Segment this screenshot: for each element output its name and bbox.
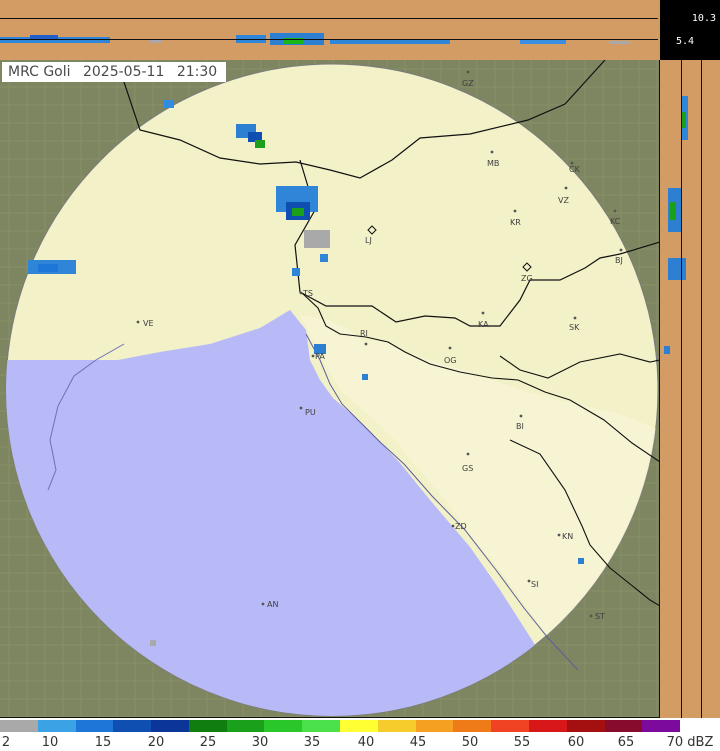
radar-map[interactable]: GZ MB CK VZ KR KC LJ ZG BJ TS VE RI KA S… — [0, 60, 660, 718]
legend-swatch — [113, 720, 152, 732]
svg-text:BJ: BJ — [615, 256, 623, 265]
svg-text:PA: PA — [315, 352, 325, 361]
legend-swatch — [302, 720, 341, 732]
svg-text:SK: SK — [569, 323, 580, 332]
legend-swatch — [340, 720, 378, 732]
legend-swatch — [188, 720, 227, 732]
top-height-strip — [0, 0, 658, 61]
svg-text:BI: BI — [516, 422, 524, 431]
legend-swatch — [604, 720, 643, 732]
legend-swatch — [642, 720, 681, 732]
top-strip-echoes — [0, 33, 630, 45]
svg-text:RI: RI — [360, 329, 368, 338]
right-height-strip — [660, 60, 720, 718]
legend-swatch — [151, 720, 189, 732]
legend-tick-label: 15 — [94, 735, 112, 750]
legend-swatch — [415, 720, 454, 732]
svg-text:SI: SI — [531, 580, 538, 589]
svg-text:VE: VE — [143, 319, 154, 328]
svg-text:KC: KC — [610, 217, 621, 226]
legend-swatch — [75, 720, 114, 732]
legend-tick-label: 30 — [251, 735, 269, 750]
legend-tick-label: 2 — [1, 735, 11, 750]
svg-text:OG: OG — [444, 356, 457, 365]
svg-text:KN: KN — [562, 532, 573, 541]
legend-swatch — [453, 720, 492, 732]
legend-tick-label: 70 dBZ — [666, 735, 714, 750]
legend-swatch — [226, 720, 265, 732]
svg-text:MB: MB — [487, 159, 499, 168]
legend-swatch — [0, 720, 38, 732]
radar-date: 2025-05-11 — [82, 64, 165, 80]
svg-text:ZG: ZG — [521, 274, 533, 283]
svg-text:KA: KA — [478, 320, 489, 329]
legend-tick-label: 35 — [303, 735, 321, 750]
svg-text:KR: KR — [510, 218, 521, 227]
height-scale-box: 10.3 5.4 — [660, 0, 720, 60]
legend-tick-label: 40 — [357, 735, 375, 750]
height-top-label: 10.3 — [691, 13, 716, 24]
legend-swatch — [491, 720, 529, 732]
legend-swatch — [566, 720, 605, 732]
legend-tick-label: 45 — [409, 735, 427, 750]
height-middle-label: 5.4 — [676, 36, 695, 47]
svg-text:VZ: VZ — [558, 196, 569, 205]
legend-tick-label: 60 — [567, 735, 585, 750]
legend-tick-label: 20 — [147, 735, 165, 750]
legend-labels: 2 10 15 20 25 30 35 40 45 50 55 60 65 70 dBZ — [0, 735, 720, 751]
svg-text:TS: TS — [302, 289, 313, 298]
legend-swatch — [377, 720, 416, 732]
legend-tick-label: 10 — [41, 735, 59, 750]
legend-swatch — [528, 720, 567, 732]
right-strip-echoes — [664, 96, 688, 354]
svg-text:ST: ST — [595, 612, 605, 621]
radar-frame: 10.3 5.4 GZ MB CK VZ KR KC LJ ZG BJ TS V… — [0, 0, 720, 751]
svg-text:PU: PU — [305, 408, 316, 417]
svg-text:GZ: GZ — [462, 79, 474, 88]
svg-text:CK: CK — [569, 165, 581, 174]
svg-text:GS: GS — [462, 464, 473, 473]
svg-text:ZD: ZD — [455, 522, 467, 531]
legend-tick-label: 55 — [513, 735, 531, 750]
reflectivity-legend: 2 10 15 20 25 30 35 40 45 50 55 60 65 70 dBZ — [0, 718, 720, 751]
svg-text:AN: AN — [267, 600, 278, 609]
legend-tick-label: 25 — [199, 735, 217, 750]
legend-tick-label: 50 — [461, 735, 479, 750]
radar-time: 21:30 — [176, 64, 218, 80]
map-svg[interactable]: GZ MB CK VZ KR KC LJ ZG BJ TS VE RI KA S… — [0, 60, 660, 718]
legend-tick-label: 65 — [617, 735, 635, 750]
legend-swatch — [264, 720, 303, 732]
radar-title: MRC Goli 2025-05-11 21:30 — [2, 62, 226, 82]
svg-text:LJ: LJ — [365, 236, 372, 245]
station-name: MRC Goli — [8, 64, 71, 80]
legend-swatch — [37, 720, 76, 732]
legend-color-bar — [0, 720, 681, 732]
